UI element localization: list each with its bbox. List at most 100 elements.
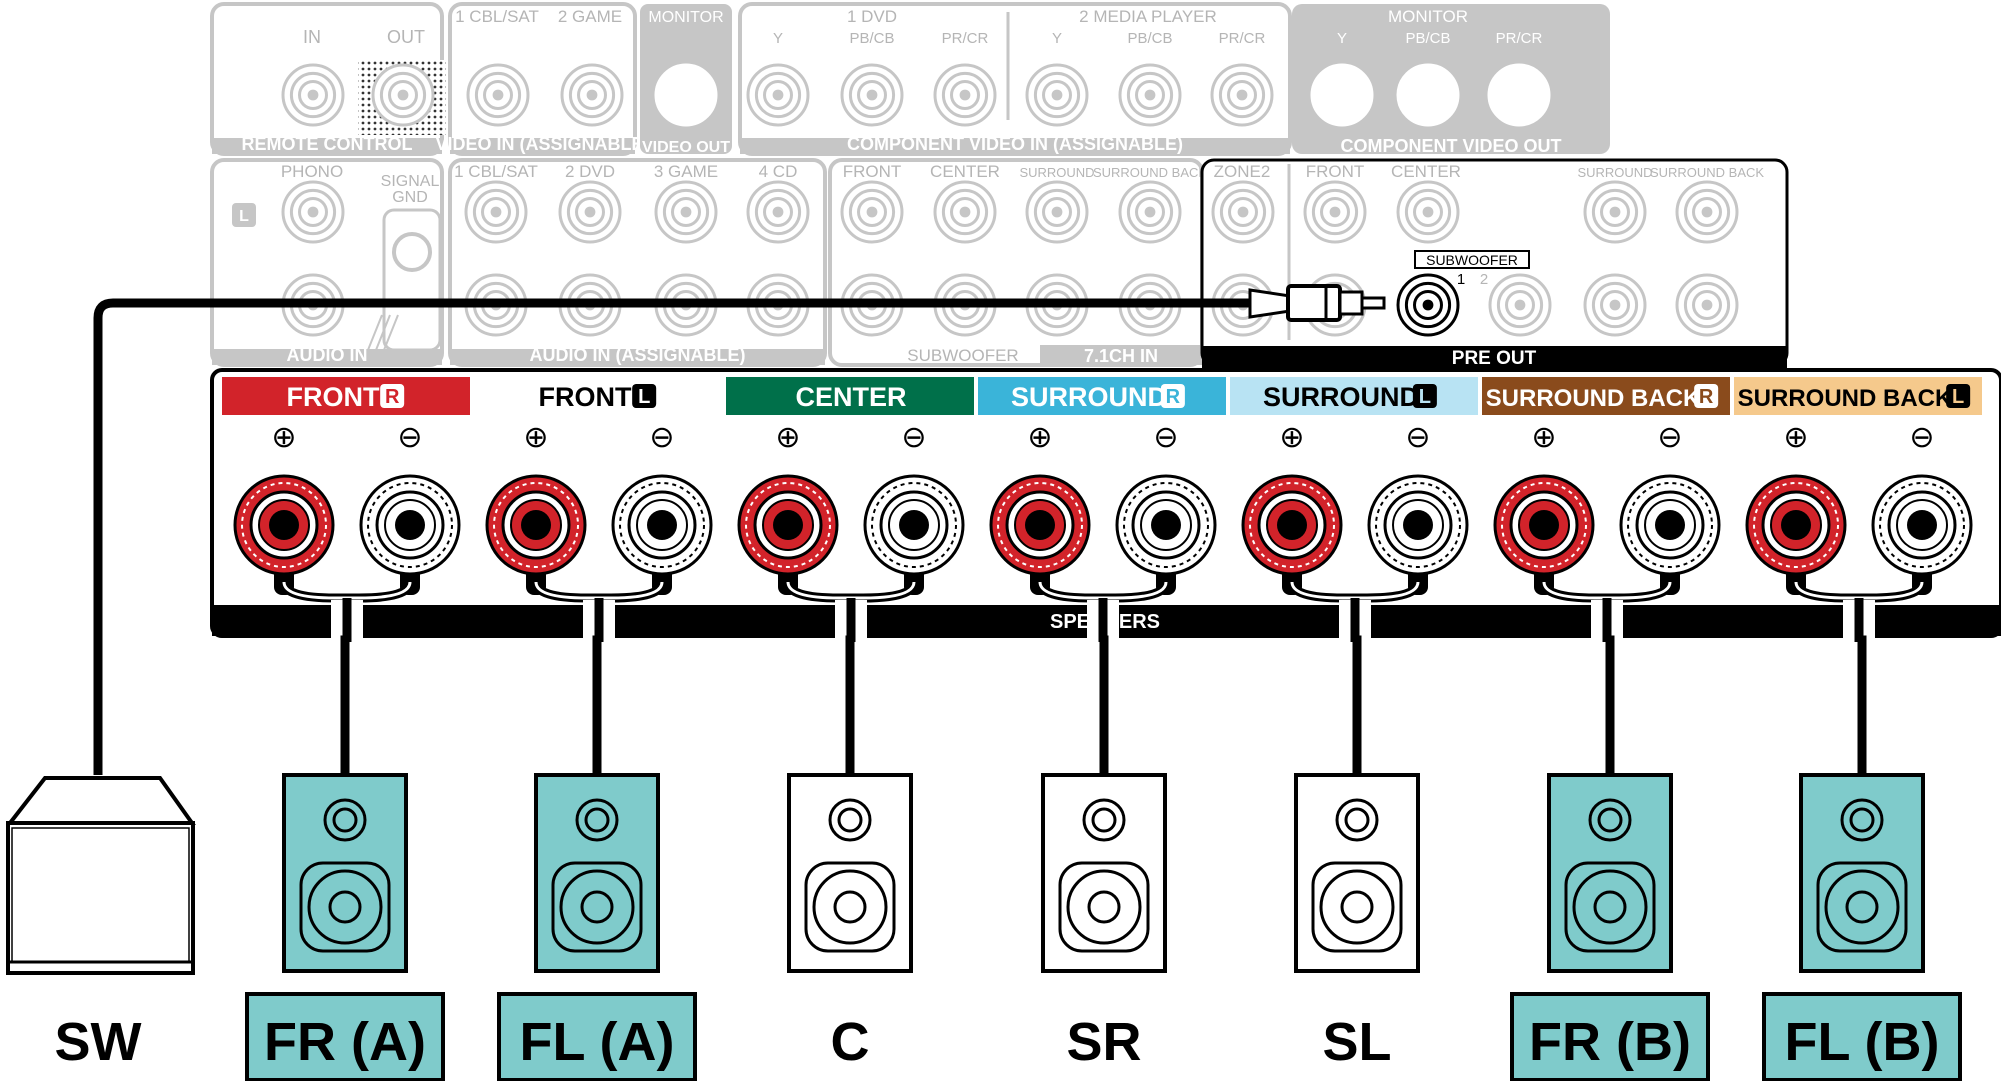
audio-in-assignable-top-2 — [654, 180, 718, 244]
ch71-in-top-1-pin — [959, 206, 971, 218]
component-in-jack-label-5: PR/CR — [1219, 30, 1266, 47]
subwoofer-top — [5, 776, 196, 825]
channel-side-letter-6: L — [1952, 386, 1964, 408]
component-out-jack-2 — [1487, 63, 1551, 127]
component-out-jack-0-pin — [1336, 89, 1348, 101]
speaker-label-5: SL — [1322, 1012, 1391, 1072]
speaker-tweeter-dome-5 — [1344, 807, 1370, 833]
pre-out-center-top — [1396, 180, 1460, 244]
component-out-monitor-label: MONITOR — [1388, 7, 1468, 26]
pre-out-surround-bottom — [1583, 273, 1647, 337]
rca-plug-body — [1286, 284, 1342, 322]
minus-symbol-1: ⊖ — [649, 421, 674, 454]
ch71-in-top-3 — [1118, 180, 1182, 244]
zone2-top-jack-pin — [1237, 206, 1249, 218]
component-in-jack-2 — [933, 63, 997, 127]
pre-out-label: PRE OUT — [1452, 348, 1537, 369]
speaker-woofer-cap-2 — [580, 890, 614, 924]
subwoofer-2-number: 2 — [1480, 271, 1488, 288]
component-in-jack-label-2: PR/CR — [942, 30, 989, 47]
minus-symbol-3: ⊖ — [1153, 421, 1178, 454]
component-in-jack-label-3: Y — [1052, 30, 1062, 47]
component-out-jack-1 — [1396, 63, 1460, 127]
pre-out-subwoofer-1-jack — [1396, 273, 1460, 337]
ch71-in-label-0: FRONT — [843, 162, 902, 181]
minus-symbol-5: ⊖ — [1657, 421, 1682, 454]
channel-name-3: SURROUND — [1011, 382, 1167, 412]
video-out-label: VIDEO OUT — [642, 139, 730, 156]
component-in-jack-2-pin — [959, 89, 971, 101]
plus-terminal-hole-3 — [1025, 510, 1055, 540]
speaker-cable-3 — [1099, 635, 1109, 775]
audio-in-assignable-top-3 — [746, 180, 810, 244]
plus-symbol-4: ⊕ — [1279, 421, 1304, 454]
pre-out-subwoofer-2-jack-pin — [1514, 299, 1526, 311]
speaker-label-1: FR (A) — [264, 1012, 426, 1072]
l-badge-label: L — [239, 208, 249, 225]
speaker-woofer-cap-3 — [833, 890, 867, 924]
ch71-in-top-2 — [1025, 180, 1089, 244]
subwoofer-label: SUBWOOFER — [1426, 252, 1518, 268]
component-in-jack-label-1: PB/CB — [849, 30, 894, 47]
component-in-jack-3-pin — [1051, 89, 1063, 101]
pre-out-surround-top-pin — [1609, 206, 1621, 218]
audio-in-assignable-top-1 — [558, 180, 622, 244]
component-out-jack-label-1: PB/CB — [1405, 30, 1450, 47]
plus-symbol-2: ⊕ — [775, 421, 800, 454]
speaker-cable-5 — [1605, 635, 1615, 775]
speaker-label-4: SR — [1066, 1012, 1141, 1072]
diagram-svg: IN OUT REMOTE CONTROL 1 CBL/SAT 2 GAME VIDEO … — [5, 2, 2001, 1082]
pre-out-subwoofer-2-jack — [1488, 273, 1552, 337]
ch71-in-label-2: SURROUND — [1019, 165, 1094, 180]
component-in-jack-label-0: Y — [773, 30, 783, 47]
component-out-label: COMPONENT VIDEO OUT — [1340, 136, 1561, 156]
video-out-monitor-label: MONITOR — [648, 9, 723, 26]
audio-in-assignable-top-3-pin — [772, 206, 784, 218]
speaker-tweeter-dome-6 — [1597, 807, 1623, 833]
speaker-tweeter-dome-2 — [584, 807, 610, 833]
ch71-in-top-0-pin — [866, 206, 878, 218]
audio-in-assignable-top-2-pin — [680, 206, 692, 218]
plus-symbol-5: ⊕ — [1531, 421, 1556, 454]
component-in-label: COMPONENT VIDEO IN (ASSIGNABLE) — [847, 134, 1183, 154]
video-out-monitor-jack — [654, 63, 718, 127]
plus-terminal-hole-6 — [1781, 510, 1811, 540]
channel-name-1: FRONT — [539, 382, 632, 412]
remote-in-jack — [281, 63, 345, 127]
pre-out-center-label: CENTER — [1391, 162, 1461, 181]
minus-terminal-hole-4 — [1403, 510, 1433, 540]
audio-in-assignable-label-3: 4 CD — [759, 162, 798, 181]
speaker-woofer-cap-5 — [1340, 890, 1374, 924]
remote-out-jack — [371, 63, 435, 127]
ch71-in-label-1: CENTER — [930, 162, 1000, 181]
speaker-woofer-cap-1 — [328, 890, 362, 924]
component-out-jack-2-pin — [1513, 89, 1525, 101]
video-in-label: VIDEO IN (ASSIGNABLE) — [435, 134, 649, 154]
minus-terminal-hole-0 — [395, 510, 425, 540]
phono-l-jack — [281, 180, 345, 244]
minus-terminal-hole-6 — [1907, 510, 1937, 540]
component-out-jack-label-0: Y — [1337, 30, 1347, 47]
zone2-top-jack — [1211, 180, 1275, 244]
minus-terminal-hole-2 — [899, 510, 929, 540]
speaker-cable-6 — [1857, 635, 1867, 775]
remote-out-jack-pin — [397, 89, 409, 101]
speaker-tweeter-dome-4 — [1091, 807, 1117, 833]
pre-out-surround-top — [1583, 180, 1647, 244]
pre-out-front-label: FRONT — [1306, 162, 1365, 181]
speaker-woofer-cap-4 — [1087, 890, 1121, 924]
ch71-in-label-3: SURROUND BACK — [1093, 165, 1207, 180]
video-in-2-jack — [560, 63, 624, 127]
channel-name-5: SURROUND BACK — [1486, 385, 1701, 412]
pre-out-surround-back-bottom — [1675, 273, 1739, 337]
video-out-monitor-jack-pin — [680, 89, 692, 101]
pre-out-front-top-pin — [1329, 206, 1341, 218]
channel-name-0: FRONT — [287, 382, 380, 412]
video-in-2-jack-pin — [586, 89, 598, 101]
component-in-group2-label: 2 MEDIA PLAYER — [1079, 7, 1217, 26]
speaker-label-0: SW — [55, 1012, 142, 1072]
component-in-jack-1 — [840, 63, 904, 127]
audio-in-assignable-label-2: 3 GAME — [654, 162, 718, 181]
rca-plug-pin — [1360, 296, 1386, 310]
component-out-jack-0 — [1310, 63, 1374, 127]
